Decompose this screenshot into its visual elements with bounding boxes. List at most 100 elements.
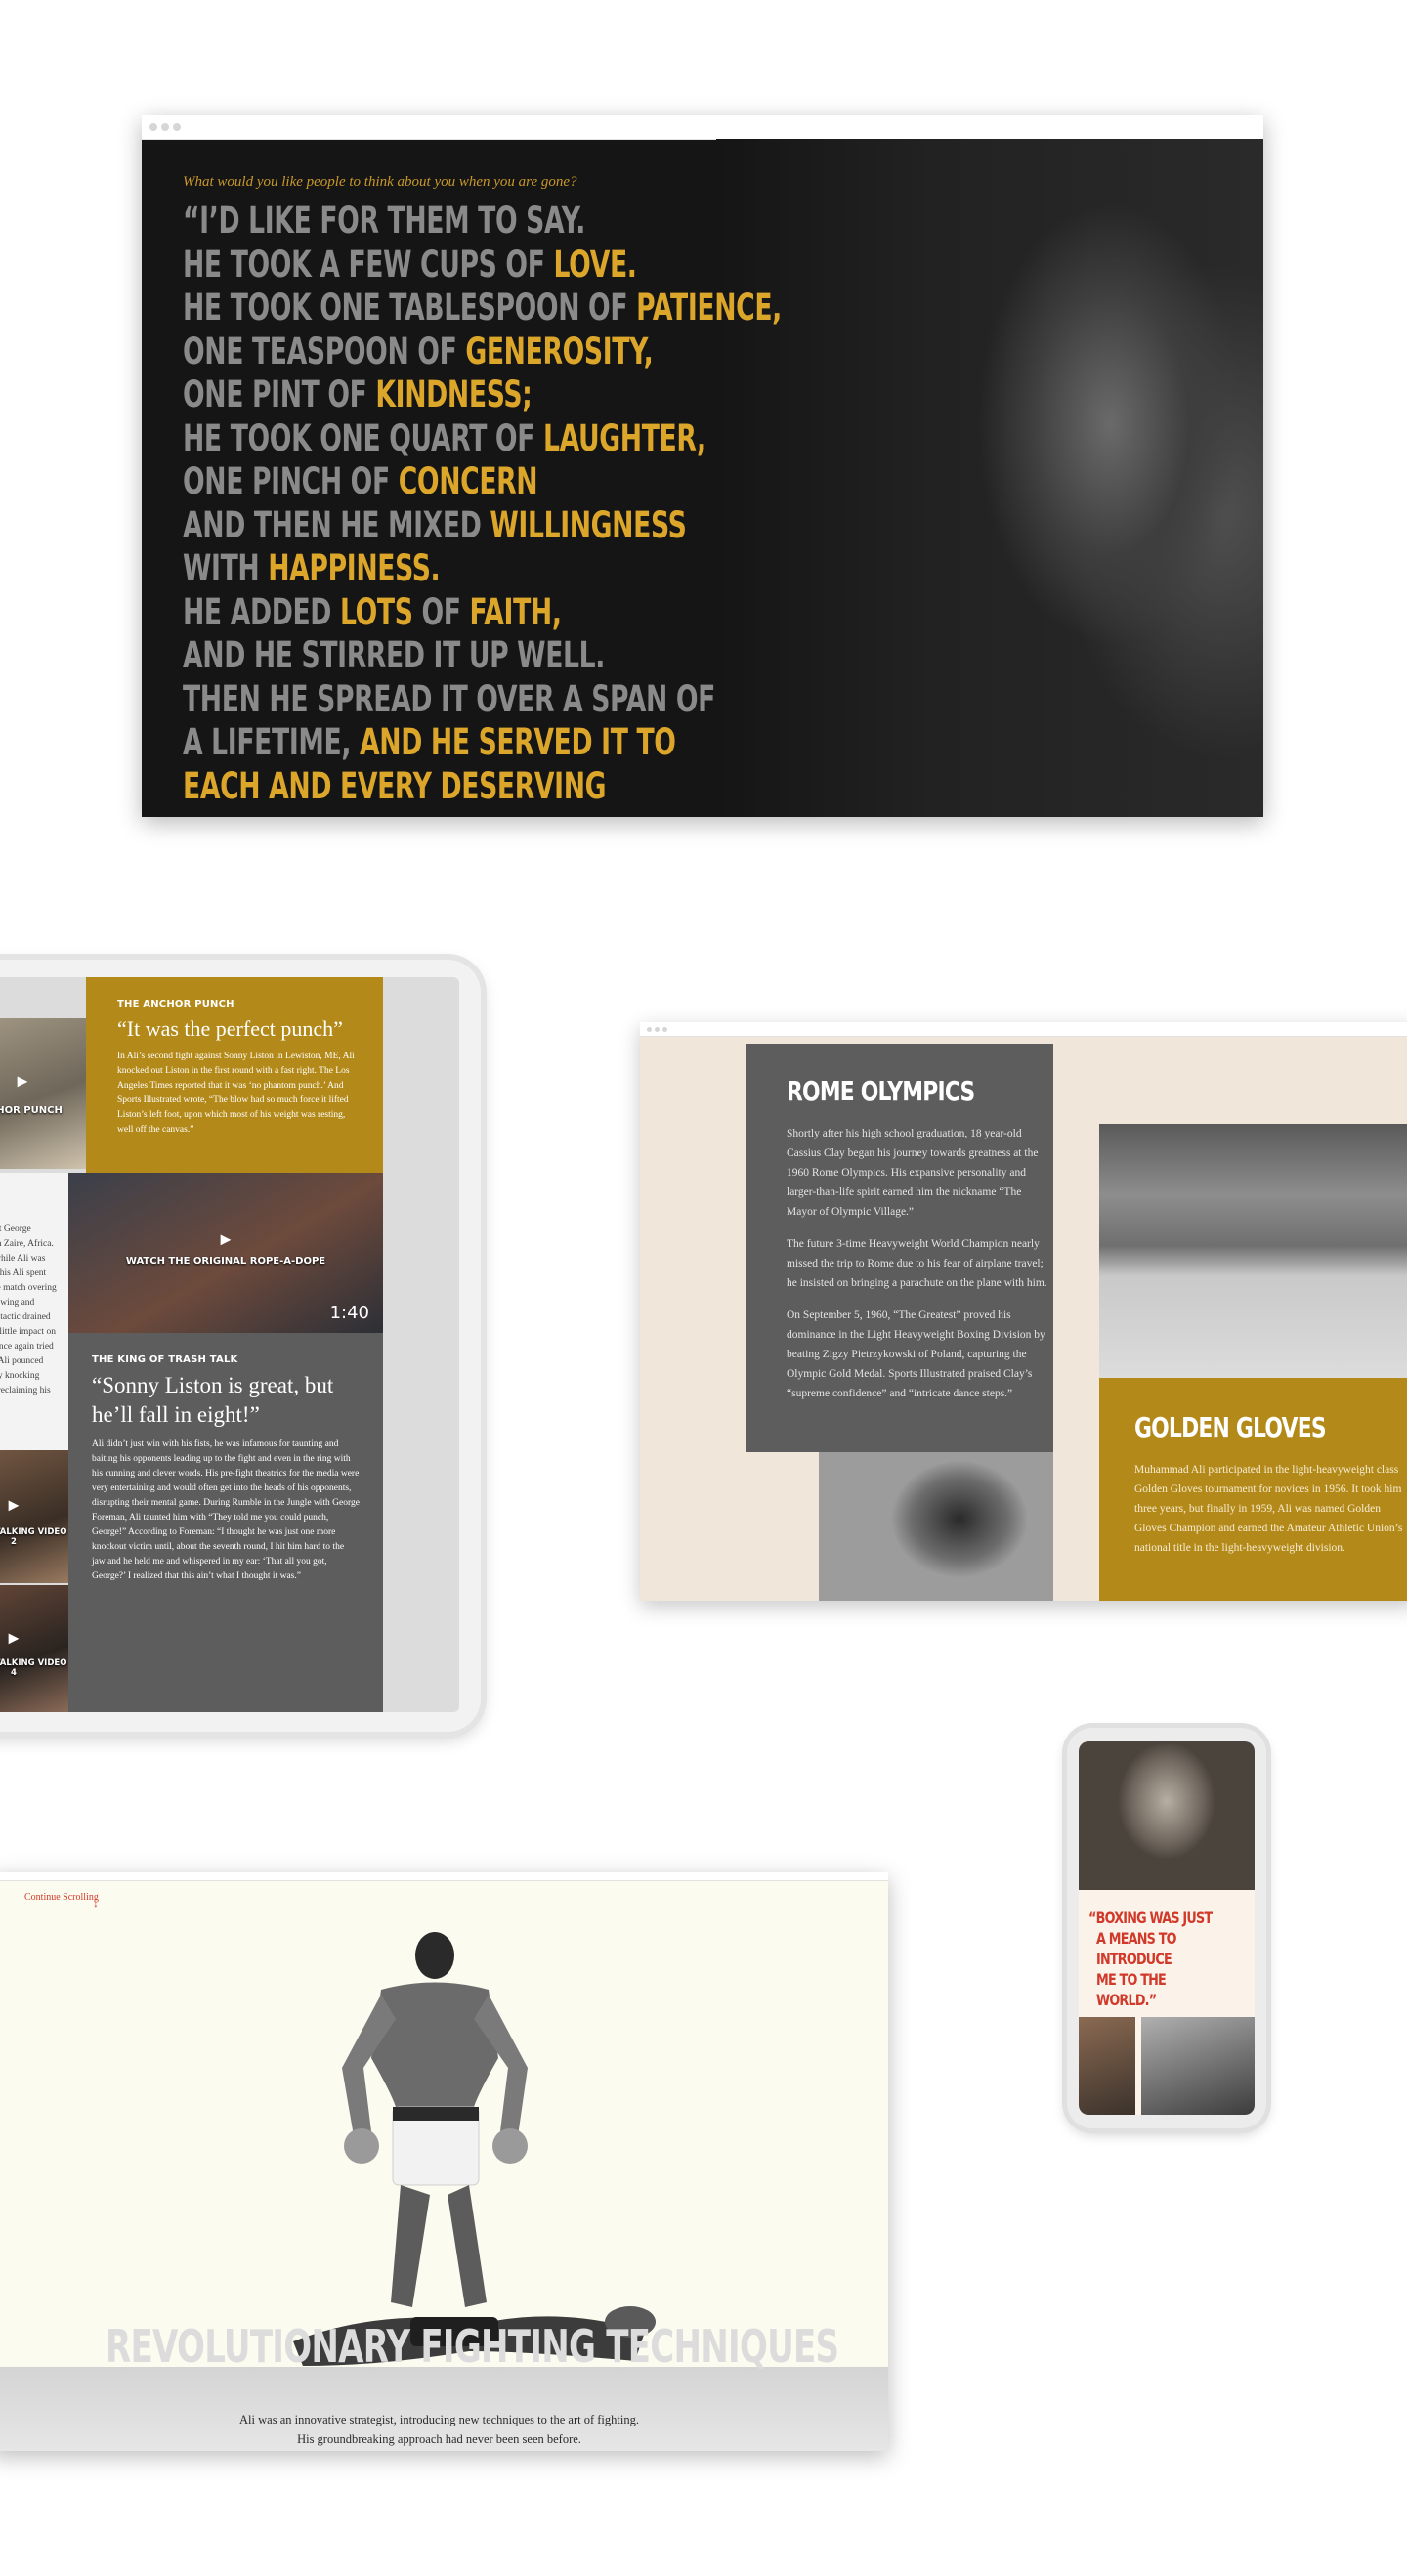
- quote-browser-window: What would you like people to think abou…: [142, 115, 1263, 817]
- quote-line: HE TOOK A FEW CUPS OF LOVE.: [183, 243, 782, 287]
- quote-line: ONE PINT OF KINDNESS;: [183, 373, 782, 417]
- boxing-ring-photo: [1099, 1124, 1407, 1378]
- quote-highlight: LOVE.: [553, 242, 637, 285]
- window-dot-icon[interactable]: [662, 1027, 667, 1032]
- quote-highlight: GENEROSITY,: [465, 329, 654, 372]
- card-body: , Ali fought George Foreman in Zaire, Af…: [0, 1224, 57, 1395]
- window-dot-icon[interactable]: [161, 123, 169, 131]
- quote-line: HE TOOK ONE TABLESPOON OF PATIENCE,: [183, 286, 782, 330]
- rome-paragraph: The future 3-time Heavyweight World Cham…: [787, 1238, 1047, 1289]
- browser-chrome: [142, 115, 1263, 140]
- play-icon: ▶: [8, 1498, 20, 1514]
- play-icon: ▶: [220, 1232, 232, 1248]
- window-dot-icon[interactable]: [149, 123, 157, 131]
- quote-text: HE TOOK ONE TABLESPOON OF: [183, 286, 637, 328]
- quote-prompt: What would you like people to think abou…: [183, 174, 577, 190]
- quote-highlight: PATIENCE,: [636, 286, 782, 328]
- quote-text: AND THEN HE MIXED: [183, 503, 490, 546]
- video-caption: TRASH TALKING VIDEO 4: [0, 1658, 67, 1679]
- rope-a-dope-video[interactable]: ▶ WATCH THE ORIGINAL ROPE-A-DOPE 1:40: [68, 1173, 383, 1333]
- ali-standing-over-liston-photo: [293, 1932, 656, 2366]
- quote-line: THEN HE SPREAD IT OVER A SPAN OF: [183, 678, 782, 722]
- quote-text: A LIFETIME,: [183, 721, 361, 763]
- quote-highlight: WILLINGNESS: [490, 503, 687, 546]
- quote-line: EACH AND EVERY DESERVING: [183, 765, 782, 809]
- video-caption: TRASH TALKING VIDEO 2: [0, 1526, 67, 1547]
- quote-highlight: LOTS: [339, 590, 413, 633]
- browser-chrome: [0, 1872, 888, 1881]
- quote-line: ME TO THE WORLD.”: [1096, 1970, 1167, 2009]
- rome-paragraph: On September 5, 1960, “The Greatest” pro…: [787, 1309, 1045, 1399]
- quote-line: INTRODUCE: [1096, 1950, 1172, 1968]
- golden-gloves-title: GOLDEN GLOVES: [1134, 1411, 1327, 1443]
- quote-text: HE ADDED: [183, 590, 340, 633]
- arrow-down-icon[interactable]: ↓: [93, 1896, 99, 1911]
- quote-line: ONE PINCH OF CONCERN: [183, 460, 782, 504]
- quote-line: WITH HAPPINESS.: [183, 547, 782, 591]
- continue-scrolling-link[interactable]: Continue Scrolling: [24, 1892, 99, 1903]
- quote-text: ONE TEASPOON OF: [183, 329, 466, 372]
- ali-photo: [1079, 2017, 1135, 2115]
- window-dot-icon[interactable]: [173, 123, 181, 131]
- quote-text: AND HE STIRRED IT UP WELL.: [183, 634, 606, 676]
- quote-line: AND HE STIRRED IT UP WELL.: [183, 634, 782, 678]
- quote-text: ONE PINT OF: [183, 373, 376, 415]
- quote-highlight: HAPPINESS.: [268, 547, 441, 589]
- quote-line: “BOXING WAS JUST: [1088, 1909, 1213, 1927]
- video-caption: US ANCHOR PUNCH: [0, 1105, 63, 1117]
- quote-highlight: EACH AND EVERY DESERVING: [183, 764, 607, 807]
- video-duration: 1:40: [329, 1303, 369, 1323]
- quote-text: OF: [412, 590, 470, 633]
- crowd-photo: [1141, 2017, 1255, 2115]
- anchor-punch-card: THE ANCHOR PUNCH “It was the perfect pun…: [86, 977, 383, 1173]
- browser-chrome: [640, 1022, 1407, 1037]
- quote-text: ONE PINCH OF: [183, 460, 399, 502]
- techniques-title: REVOLUTIONARY FIGHTING TECHNIQUES: [106, 2320, 839, 2373]
- quote-line: ONE TEASPOON OF GENEROSITY,: [183, 330, 782, 374]
- quote-highlight: AND HE SERVED IT TO: [360, 721, 676, 763]
- trash-talk-video-2[interactable]: ▶ TRASH TALKING VIDEO 2: [0, 1450, 68, 1583]
- card-body: In Ali’s second fight against Sonny List…: [117, 1052, 355, 1135]
- quote-highlight: LAUGHTER,: [542, 416, 706, 459]
- card-body: Ali didn’t just win with his fists, he w…: [92, 1439, 360, 1581]
- rome-text: Shortly after his high school graduation…: [787, 1124, 1050, 1416]
- card-heading: E: [0, 1190, 68, 1215]
- card-tag: THE ANCHOR PUNCH: [117, 999, 234, 1009]
- phone-screen: “BOXING WAS JUST A MEANS TO INTRODUCE ME…: [1079, 1741, 1255, 2115]
- window-dot-icon[interactable]: [655, 1027, 660, 1032]
- boxing-glove-photo: [819, 1452, 1053, 1601]
- rome-title: ROME OLYMPICS: [787, 1075, 975, 1107]
- quote-line: A LIFETIME, AND HE SERVED IT TO: [183, 721, 782, 765]
- rome-olympics-card: ROME OLYMPICS Shortly after his high sch…: [746, 1044, 1053, 1452]
- ali-quote: “I’D LIKE FOR THEM TO SAY. HE TOOK A FEW …: [183, 199, 1014, 808]
- play-icon: ▶: [17, 1074, 28, 1090]
- card-tag: THE KING OF TRASH TALK: [92, 1354, 238, 1365]
- quote-line: AND THEN HE MIXED WILLINGNESS: [183, 504, 782, 548]
- phone-quote: “BOXING WAS JUST A MEANS TO INTRODUCE ME…: [1088, 1908, 1250, 2010]
- tablet-device: ▶ US ANCHOR PUNCH THE ANCHOR PUNCH “It w…: [0, 960, 481, 1732]
- card-headline: “It was the perfect punch”: [117, 1016, 343, 1041]
- rope-a-dope-card: E , Ali fought George Foreman in Zaire, …: [0, 1173, 68, 1450]
- golden-gloves-card: GOLDEN GLOVES Muhammad Ali participated …: [1099, 1378, 1407, 1601]
- quote-text: HE TOOK ONE QUART OF: [183, 416, 543, 459]
- subtitle-line: Ali was an innovative strategist, introd…: [239, 2413, 639, 2426]
- video-caption: WATCH THE ORIGINAL ROPE-A-DOPE: [125, 1256, 326, 1267]
- rome-paragraph: Shortly after his high school graduation…: [787, 1128, 1039, 1218]
- quote-highlight: CONCERN: [398, 460, 538, 502]
- quote-text: “I’D LIKE FOR THEM TO SAY.: [183, 199, 586, 241]
- quote-line: HE TOOK ONE QUART OF LAUGHTER,: [183, 417, 782, 461]
- techniques-subtitle: Ali was an innovative strategist, introd…: [0, 2410, 888, 2449]
- quote-line: A MEANS TO: [1096, 1929, 1177, 1948]
- quote-line: HE ADDED LOTS OF FAITH,: [183, 591, 782, 635]
- quote-highlight: KINDNESS;: [375, 373, 533, 415]
- rome-browser-window: ROME OLYMPICS Shortly after his high sch…: [640, 1022, 1407, 1601]
- quote-line: “I’D LIKE FOR THEM TO SAY.: [183, 199, 782, 243]
- window-dot-icon[interactable]: [647, 1027, 652, 1032]
- anchor-punch-video[interactable]: ▶ US ANCHOR PUNCH: [0, 1018, 86, 1169]
- trash-talk-video-4[interactable]: ▶ TRASH TALKING VIDEO 4: [0, 1585, 68, 1712]
- quote-text: HE TOOK A FEW CUPS OF: [183, 242, 554, 285]
- trash-talk-card: THE KING OF TRASH TALK “Sonny Liston is …: [68, 1333, 383, 1712]
- quote-text: THEN HE SPREAD IT OVER A SPAN OF: [183, 677, 715, 720]
- golden-gloves-text: Muhammad Ali participated in the light-h…: [1134, 1464, 1403, 1554]
- subtitle-line: His groundbreaking approach had never be…: [297, 2432, 581, 2446]
